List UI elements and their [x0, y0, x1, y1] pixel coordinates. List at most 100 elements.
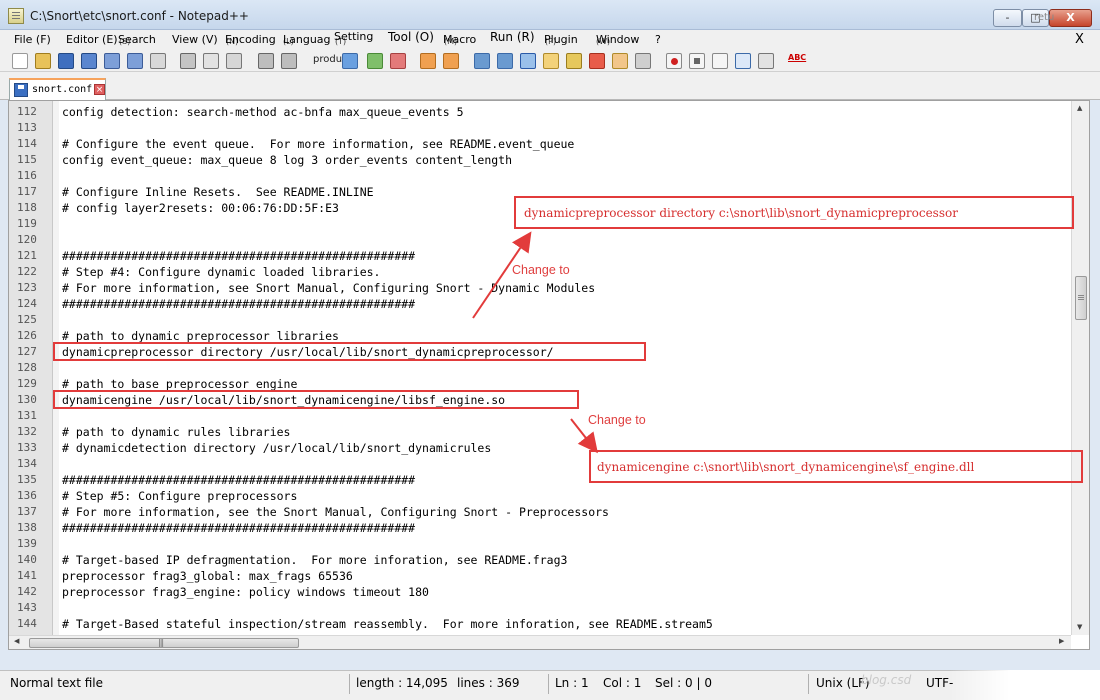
close-window-button[interactable]: X: [1049, 9, 1092, 27]
menu-encoding[interactable]: Encoding: [225, 33, 276, 46]
save-macro-icon[interactable]: [758, 53, 774, 69]
code-line[interactable]: 112 config detection: search-method ac-bn…: [9, 104, 1071, 120]
code-line[interactable]: 136 # Step #5: Configure preprocessors: [9, 488, 1071, 504]
sync-v-icon[interactable]: [420, 53, 436, 69]
cut-icon[interactable]: [180, 53, 196, 69]
menu-tool[interactable]: Tool (O): [388, 30, 434, 44]
code-line[interactable]: 116: [9, 168, 1071, 184]
line-text: # Target-based IP defragmentation. For m…: [62, 553, 568, 567]
word-wrap-icon[interactable]: [474, 53, 490, 69]
code-line[interactable]: 113: [9, 120, 1071, 136]
code-line[interactable]: 137 # For more information, see the Snort…: [9, 504, 1071, 520]
play-macro-icon[interactable]: [712, 53, 728, 69]
line-text: ########################################…: [62, 249, 416, 263]
code-line[interactable]: 139: [9, 536, 1071, 552]
open-file-icon[interactable]: [35, 53, 51, 69]
tab-snort-conf[interactable]: snort.conf ×: [9, 78, 106, 100]
line-number: 118: [17, 201, 37, 214]
line-number: 114: [17, 137, 37, 150]
line-number: 131: [17, 409, 37, 422]
code-line[interactable]: 140 # Target-based IP defragmentation. Fo…: [9, 552, 1071, 568]
code-line[interactable]: 141 preprocessor frag3_global: max_frags …: [9, 568, 1071, 584]
change-to-label-2: Change to: [588, 413, 646, 427]
line-text: # Target-Based stateful inspection/strea…: [62, 617, 713, 631]
minimize-button[interactable]: -: [993, 9, 1022, 27]
line-number: 127: [17, 345, 37, 358]
toolbar: product ABC: [0, 50, 1100, 72]
run-macro-multiple-icon[interactable]: [735, 53, 751, 69]
code-line[interactable]: 114 # Configure the event queue. For more…: [9, 136, 1071, 152]
menu-macro[interactable]: Macro: [443, 33, 476, 46]
code-line[interactable]: 132 # path to dynamic rules libraries: [9, 424, 1071, 440]
new-file-icon[interactable]: [12, 53, 28, 69]
find-icon[interactable]: [342, 53, 358, 69]
doc-map-icon[interactable]: [566, 53, 582, 69]
line-number: 133: [17, 441, 37, 454]
menu-window[interactable]: Window: [596, 33, 639, 46]
vertical-scroll-thumb[interactable]: [1075, 276, 1087, 320]
user-lang-icon[interactable]: [543, 53, 559, 69]
preprocessor-replacement-text: dynamicpreprocessor directory c:\snort\l…: [524, 206, 958, 220]
code-line[interactable]: 124 #####################################…: [9, 296, 1071, 312]
scroll-up-icon[interactable]: ▲: [1077, 104, 1082, 112]
menu-setting[interactable]: Setting: [334, 30, 373, 43]
code-line[interactable]: 144 # Target-Based stateful inspection/st…: [9, 616, 1071, 632]
save-all-icon[interactable]: [81, 53, 97, 69]
spell-check-icon[interactable]: ABC: [788, 53, 806, 69]
redo-icon[interactable]: [281, 53, 297, 69]
function-list-icon[interactable]: [589, 53, 605, 69]
line-number: 121: [17, 249, 37, 262]
menu-editor[interactable]: Editor (E): [66, 33, 118, 46]
save-icon[interactable]: [58, 53, 74, 69]
record-macro-icon[interactable]: [666, 53, 682, 69]
horizontal-scrollbar[interactable]: ◀ ||| ▶: [9, 635, 1071, 649]
sync-h-icon[interactable]: [443, 53, 459, 69]
copy-icon[interactable]: [203, 53, 219, 69]
menu-help[interactable]: ?: [655, 33, 661, 46]
code-line[interactable]: 143: [9, 600, 1071, 616]
line-number: 124: [17, 297, 37, 310]
scroll-down-icon[interactable]: ▼: [1077, 623, 1082, 631]
menu-view[interactable]: View (V): [172, 33, 218, 46]
close-all-icon[interactable]: [127, 53, 143, 69]
menu-run[interactable]: Run (R): [490, 30, 535, 44]
menu-bar: File (F) Editor (E) (S) Search View (V) …: [0, 30, 1100, 50]
line-127-highlight: [53, 342, 646, 361]
scroll-left-icon[interactable]: ◀: [14, 637, 19, 645]
line-number: 128: [17, 361, 37, 374]
paste-icon[interactable]: [226, 53, 242, 69]
monitor-icon[interactable]: [635, 53, 651, 69]
code-line[interactable]: 115 config event_queue: max_queue 8 log 3…: [9, 152, 1071, 168]
undo-icon[interactable]: [258, 53, 274, 69]
print-icon[interactable]: [150, 53, 166, 69]
scroll-right-icon[interactable]: ▶: [1059, 637, 1064, 645]
menu-search[interactable]: Search: [118, 33, 156, 46]
resize-grip: [950, 670, 1100, 700]
status-divider: [349, 674, 350, 694]
code-line[interactable]: 128: [9, 360, 1071, 376]
code-line[interactable]: 125: [9, 312, 1071, 328]
vertical-scrollbar[interactable]: ▲ ▼: [1071, 101, 1089, 635]
code-line[interactable]: 120: [9, 232, 1071, 248]
code-line[interactable]: 121 #####################################…: [9, 248, 1071, 264]
horizontal-scroll-thumb[interactable]: |||: [29, 638, 299, 648]
show-all-chars-icon[interactable]: [497, 53, 513, 69]
code-line[interactable]: 138 #####################################…: [9, 520, 1071, 536]
code-line[interactable]: 142 preprocessor frag3_engine: policy win…: [9, 584, 1071, 600]
code-line[interactable]: 123 # For more information, see Snort Man…: [9, 280, 1071, 296]
folder-workspace-icon[interactable]: [612, 53, 628, 69]
restore-tooltip: retu: [1034, 12, 1055, 23]
indent-guide-icon[interactable]: [520, 53, 536, 69]
zoom-out-icon[interactable]: [390, 53, 406, 69]
close-icon[interactable]: [104, 53, 120, 69]
zoom-in-icon[interactable]: [367, 53, 383, 69]
menu-file[interactable]: File (F): [14, 33, 51, 46]
close-document-button[interactable]: X: [1075, 32, 1084, 47]
tab-close-icon[interactable]: ×: [94, 84, 105, 95]
line-text: # For more information, see the Snort Ma…: [62, 505, 609, 519]
stop-record-icon[interactable]: [689, 53, 705, 69]
editor-area[interactable]: 112 config detection: search-method ac-bn…: [8, 100, 1090, 650]
code-line[interactable]: 131: [9, 408, 1071, 424]
menu-plugin[interactable]: Plugin: [544, 33, 578, 46]
menu-language[interactable]: Languag: [283, 33, 331, 46]
